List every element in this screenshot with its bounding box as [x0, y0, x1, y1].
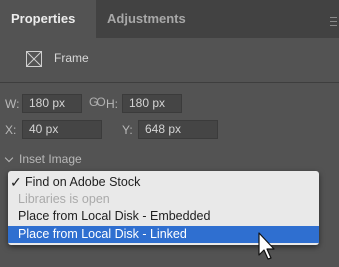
y-label: Y: [122, 123, 133, 137]
divider [0, 82, 339, 83]
chevron-down-icon [4, 153, 14, 163]
inset-image-section-label: Inset Image [19, 152, 82, 166]
frame-header: Frame [0, 38, 339, 81]
width-label: W: [5, 97, 20, 111]
checkmark-icon: ✓ [10, 174, 22, 190]
frame-label: Frame [54, 51, 89, 65]
width-field[interactable]: 180 px [22, 94, 82, 113]
x-field[interactable]: 40 px [22, 120, 102, 139]
properties-panel: Properties Adjustments Frame W: 180 px G… [0, 0, 339, 267]
tab-properties[interactable]: Properties [0, 0, 96, 38]
menu-item-libraries-open: Libraries is open [8, 191, 319, 208]
panel-tab-bar: Properties Adjustments [0, 0, 339, 38]
y-field[interactable]: 648 px [138, 120, 218, 139]
menu-item-find-on-adobe-stock[interactable]: ✓ Find on Adobe Stock [8, 174, 319, 191]
tab-properties-label: Properties [11, 11, 76, 26]
menu-item-label: Find on Adobe Stock [25, 175, 141, 189]
menu-item-label: Place from Local Disk - Linked [18, 227, 187, 241]
menu-item-place-embedded[interactable]: Place from Local Disk - Embedded [8, 208, 319, 225]
menu-item-label: Libraries is open [18, 192, 110, 206]
height-field[interactable]: 180 px [122, 94, 182, 113]
mouse-cursor-icon [258, 232, 275, 260]
inset-image-section-toggle[interactable]: Inset Image [4, 152, 82, 166]
tab-adjustments[interactable]: Adjustments [107, 0, 186, 38]
x-label: X: [5, 123, 17, 137]
height-label: H: [106, 97, 118, 111]
panel-menu-icon[interactable] [330, 17, 337, 26]
menu-item-label: Place from Local Disk - Embedded [18, 209, 211, 223]
frame-icon [26, 51, 42, 67]
link-proportions-icon[interactable]: GO [89, 95, 106, 109]
